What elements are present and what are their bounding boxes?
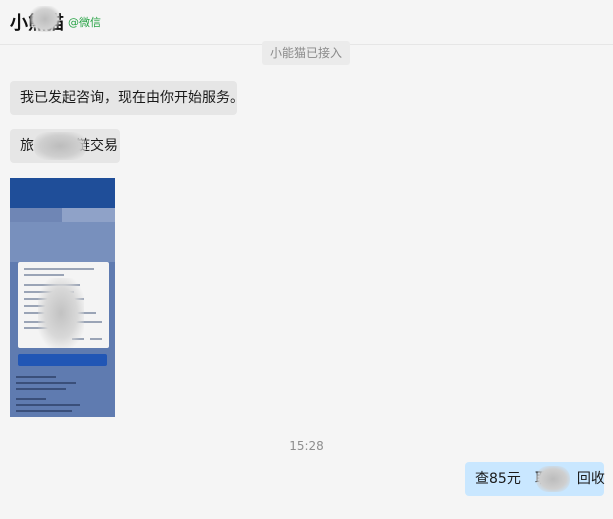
message-incoming-1[interactable]: 我已发起咨询，现在由你开始服务。 (10, 81, 244, 115)
screenshot-text-line (16, 388, 66, 390)
dialog-line (90, 338, 102, 340)
screenshot-status-bar (10, 178, 115, 208)
screenshot-text-line (16, 398, 46, 400)
image-message[interactable] (10, 178, 115, 417)
screenshot-text-line (16, 376, 56, 378)
screenshot-text-line (16, 410, 72, 412)
redaction-blur (34, 132, 86, 160)
screenshot-form-area (10, 222, 115, 262)
screenshot-text-line (16, 404, 80, 406)
redaction-blur (536, 466, 570, 492)
redaction-blur (30, 6, 60, 32)
dialog-line (24, 268, 94, 270)
chat-header: 小熊猫 @微信 (0, 0, 613, 45)
message-timestamp: 15:28 (289, 439, 324, 453)
screenshot-button (18, 354, 107, 366)
screenshot-text-line (16, 382, 76, 384)
source-tag: @微信 (68, 16, 101, 29)
redaction-blur (38, 278, 84, 348)
dialog-line (24, 274, 64, 276)
message-outgoing-1[interactable]: 查85元 耶 回收 (465, 462, 605, 496)
system-notice: 小能猫已接入 (262, 41, 350, 65)
screenshot-active-tab (62, 208, 115, 222)
